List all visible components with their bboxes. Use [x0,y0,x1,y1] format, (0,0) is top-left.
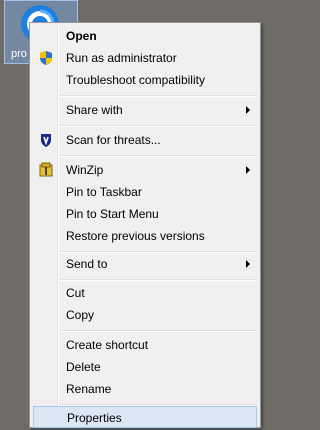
menu-separator [60,279,257,281]
menu-item-pin-to-taskbar[interactable]: Pin to Taskbar [32,181,258,203]
shield-icon [40,51,52,65]
menu-item-label: Send to [66,257,108,271]
submenu-arrow-icon [246,260,250,268]
menu-item-rename[interactable]: Rename [32,378,258,400]
antivirus-icon [41,134,51,147]
menu-separator [60,155,257,157]
context-menu: Open Run as administrator Troubleshoot c… [29,22,261,428]
menu-item-properties[interactable]: Properties [33,406,257,428]
menu-item-label: Copy [66,308,95,322]
menu-item-scan-for-threats[interactable]: Scan for threats... [32,129,258,151]
menu-item-label: Run as administrator [66,51,177,65]
menu-separator [60,330,257,332]
menu-item-label: Restore previous versions [66,229,205,243]
desktop-icon-caption: pro [11,48,27,60]
menu-separator [60,95,257,97]
submenu-arrow-icon [246,166,250,174]
menu-item-label: Pin to Start Menu [66,207,159,221]
menu-item-create-shortcut[interactable]: Create shortcut [32,334,258,356]
menu-item-delete[interactable]: Delete [32,356,258,378]
menu-separator [60,125,257,127]
menu-item-troubleshoot-compatibility[interactable]: Troubleshoot compatibility [32,69,258,91]
menu-item-label: Share with [66,103,123,117]
menu-item-label: Scan for threats... [66,133,161,147]
winzip-icon [39,162,53,177]
menu-item-label: Open [66,29,97,43]
menu-item-pin-to-start-menu[interactable]: Pin to Start Menu [32,203,258,225]
menu-item-label: Pin to Taskbar [66,185,142,199]
menu-item-label: Create shortcut [66,338,149,352]
menu-item-winzip[interactable]: WinZip [32,159,258,181]
menu-item-label: Cut [66,286,85,300]
menu-item-open[interactable]: Open [32,25,258,47]
menu-item-restore-previous-versions[interactable]: Restore previous versions [32,225,258,247]
menu-item-share-with[interactable]: Share with [32,99,258,121]
menu-item-run-as-administrator[interactable]: Run as administrator [32,47,258,69]
menu-item-copy[interactable]: Copy [32,304,258,326]
menu-item-label: Rename [66,382,112,396]
menu-item-cut[interactable]: Cut [32,282,258,304]
menu-item-send-to[interactable]: Send to [32,253,258,275]
submenu-arrow-icon [246,106,250,114]
menu-item-label: WinZip [66,163,104,177]
menu-item-label: Delete [66,360,101,374]
menu-item-label: Troubleshoot compatibility [66,73,205,87]
menu-item-label: Properties [67,411,122,425]
